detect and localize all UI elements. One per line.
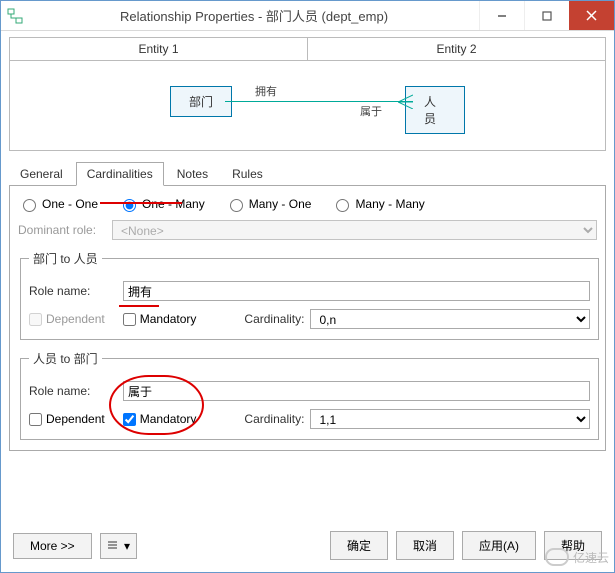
apply-button[interactable]: 应用(A) bbox=[462, 531, 536, 560]
dominant-role-row: Dominant role: <None> bbox=[18, 220, 597, 240]
radio-many-one[interactable]: Many - One bbox=[225, 196, 312, 212]
annotation-underline-role-a bbox=[119, 305, 159, 307]
entity-box-right[interactable]: 人员 bbox=[405, 86, 465, 134]
mandatory-b-checkbox[interactable] bbox=[123, 413, 136, 426]
relationship-diagram: 部门 人员 拥有 属于 bbox=[9, 61, 606, 151]
rolename-b-input[interactable] bbox=[123, 381, 590, 401]
cardinalities-panel: One - One One - Many Many - One Many - M… bbox=[9, 186, 606, 451]
section-a: 部门 to 人员 Role name: Dependent Mandatory … bbox=[20, 250, 599, 340]
mandatory-a-checkbox[interactable] bbox=[123, 313, 136, 326]
mandatory-b-label: Mandatory bbox=[140, 412, 197, 426]
window-title: Relationship Properties - 部门人员 (dept_emp… bbox=[29, 6, 479, 25]
dependent-a-label: Dependent bbox=[46, 312, 105, 326]
section-b-legend: 人员 to 部门 bbox=[29, 350, 102, 367]
mandatory-a-label: Mandatory bbox=[140, 312, 197, 326]
app-icon bbox=[1, 8, 29, 24]
minimize-button[interactable] bbox=[479, 1, 524, 30]
entity-box-left[interactable]: 部门 bbox=[170, 86, 232, 117]
radio-many-many[interactable]: Many - Many bbox=[331, 196, 424, 212]
footer-buttons: More >> ▾ 确定 取消 应用(A) 帮助 bbox=[9, 531, 606, 564]
crowsfoot-icon bbox=[398, 94, 413, 109]
tab-strip: General Cardinalities Notes Rules bbox=[9, 161, 606, 186]
rolename-a-label: Role name: bbox=[29, 284, 117, 298]
entity-header: Entity 1 Entity 2 bbox=[9, 37, 606, 61]
tab-cardinalities[interactable]: Cardinalities bbox=[76, 162, 164, 186]
watermark-icon bbox=[545, 548, 569, 566]
relation-label-right: 属于 bbox=[360, 103, 382, 119]
titlebar: Relationship Properties - 部门人员 (dept_emp… bbox=[1, 1, 614, 31]
section-b: 人员 to 部门 Role name: Dependent Mandatory … bbox=[20, 350, 599, 440]
cardinality-b-select[interactable]: 1,1 bbox=[310, 409, 590, 429]
radio-one-one[interactable]: One - One bbox=[18, 196, 98, 212]
section-a-legend: 部门 to 人员 bbox=[29, 250, 102, 267]
menu-button[interactable]: ▾ bbox=[100, 533, 137, 559]
rolename-b-label: Role name: bbox=[29, 384, 117, 398]
ok-button[interactable]: 确定 bbox=[330, 531, 388, 560]
tab-notes[interactable]: Notes bbox=[166, 162, 219, 186]
dependent-b-label: Dependent bbox=[46, 412, 105, 426]
entity1-header: Entity 1 bbox=[10, 38, 307, 60]
cardinality-a-label: Cardinality: bbox=[244, 312, 304, 326]
entity2-header: Entity 2 bbox=[307, 38, 605, 60]
watermark: 亿速云 bbox=[545, 548, 609, 566]
dependent-b-checkbox[interactable] bbox=[29, 413, 42, 426]
tab-rules[interactable]: Rules bbox=[221, 162, 274, 186]
more-button[interactable]: More >> bbox=[13, 533, 92, 559]
maximize-button[interactable] bbox=[524, 1, 569, 30]
window-controls bbox=[479, 1, 614, 30]
dialog-window: Relationship Properties - 部门人员 (dept_emp… bbox=[0, 0, 615, 573]
content-area: Entity 1 Entity 2 部门 人员 拥有 属于 General Ca… bbox=[1, 31, 614, 572]
rolename-a-input[interactable] bbox=[123, 281, 590, 301]
tab-general[interactable]: General bbox=[9, 162, 74, 186]
cardinality-a-select[interactable]: 0,n bbox=[310, 309, 590, 329]
cardinality-type-radios: One - One One - Many Many - One Many - M… bbox=[18, 196, 597, 212]
relation-label-left: 拥有 bbox=[255, 83, 277, 99]
dependent-a-checkbox bbox=[29, 313, 42, 326]
radio-one-many[interactable]: One - Many bbox=[118, 196, 205, 212]
relationship-line bbox=[225, 101, 413, 102]
close-button[interactable] bbox=[569, 1, 614, 30]
cancel-button[interactable]: 取消 bbox=[396, 531, 454, 560]
dominant-role-select: <None> bbox=[112, 220, 597, 240]
cardinality-b-label: Cardinality: bbox=[244, 412, 304, 426]
dominant-role-label: Dominant role: bbox=[18, 223, 106, 237]
